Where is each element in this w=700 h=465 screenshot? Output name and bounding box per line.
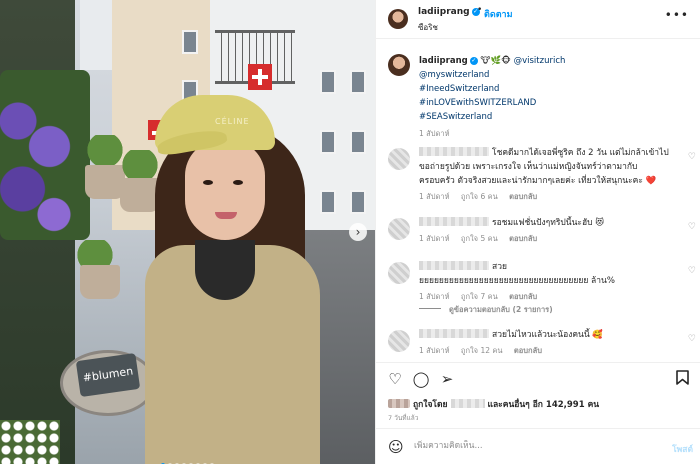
caption-body: ladiiprang ✓ 🐮🌿🐵 @visitzurich @myswitzerl… (419, 54, 689, 141)
comment-body: สวยไม่ไหวแล้วนะน้องคนนี้ 🥰 1 สัปดาห์ ถูก… (419, 328, 671, 358)
emoji-icon[interactable]: ☺ (388, 438, 404, 456)
comment-time[interactable]: 1 สัปดาห์ (419, 234, 450, 243)
commenter-username[interactable] (419, 147, 489, 156)
yellow-cap: CÉLINE (155, 95, 275, 157)
swiss-flag (248, 64, 272, 90)
comment-likes[interactable]: ถูกใจ 5 คน (461, 234, 498, 243)
action-bar: ♡ ◯ ➢ (376, 362, 700, 393)
add-comment-bar: ☺ โพสต์ (376, 428, 700, 465)
post-panel: ladiiprang ✓ • ติดตาม ซือริช ••• ladiipra… (375, 0, 700, 464)
comment-time[interactable]: 1 สัปดาห์ (419, 346, 450, 355)
comment-body: รอชมแฟชั่นปังๆทริปนี้นะฮับ 😻 1 สัปดาห์ ถ… (419, 216, 671, 246)
author-avatar[interactable] (388, 9, 408, 29)
comment-body: สวยยยยยยยยยยยยยยยยยยยยยยยยยยยยยยยยยยย ล้… (419, 260, 671, 304)
share-icon[interactable]: ➢ (438, 370, 456, 388)
follow-button[interactable]: ติดตาม (484, 7, 513, 21)
comment-meta: 1 สัปดาห์ ถูกใจ 12 คน ตอบกลับ (419, 344, 671, 358)
face (185, 140, 265, 240)
comment-like-heart-icon[interactable]: ♡ (688, 334, 696, 344)
hashtag-inlovewithswitzerland[interactable]: #inLOVEwithSWITZERLAND (419, 98, 536, 108)
post-header: ladiiprang ✓ • ติดตาม ซือริช ••• (376, 0, 700, 39)
more-options-icon[interactable]: ••• (665, 8, 689, 22)
comment-meta: 1 สัปดาห์ ถูกใจ 7 คน ตอบกลับ (419, 290, 671, 304)
commenter-avatar[interactable] (388, 148, 410, 170)
commenter-username[interactable] (419, 217, 489, 226)
woman: CÉLINE (140, 95, 325, 464)
comment-time[interactable]: 1 สัปดาห์ (419, 192, 450, 201)
hashtag-seaswitzerland[interactable]: #SEASwitzerland (419, 112, 492, 122)
commenter-username[interactable] (419, 261, 489, 270)
liker-avatars (388, 399, 410, 408)
post-photo[interactable]: #blumen CÉLINE › (0, 0, 375, 464)
comment-text: สวยไม่ไหวแล้วนะน้องคนนี้ 🥰 (492, 330, 603, 340)
commenter-avatar[interactable] (388, 218, 410, 240)
add-comment-input[interactable] (412, 440, 646, 452)
likes-summary[interactable]: ถูกใจโดย และคนอื่นๆ อีก 142,991 คน (388, 397, 599, 411)
reply-button[interactable]: ตอบกลับ (509, 292, 537, 301)
comment-like-heart-icon[interactable]: ♡ (688, 222, 696, 232)
comment-like-heart-icon[interactable]: ♡ (688, 266, 696, 276)
post-date[interactable]: 7 วันที่แล้ว (388, 413, 418, 423)
reply-button[interactable]: ตอบกลับ (509, 234, 537, 243)
comment-icon[interactable]: ◯ (412, 370, 430, 388)
next-image-button[interactable]: › (349, 223, 367, 241)
post-location[interactable]: ซือริช (418, 21, 438, 34)
commenter-avatar[interactable] (388, 262, 410, 284)
commenter-avatar[interactable] (388, 330, 410, 352)
heart-icon[interactable]: ♡ (386, 370, 404, 388)
comment-body: โชคดีมากได้เจอพี่ซูริค ถึง 2 วัน แต่ไม่ก… (419, 146, 671, 204)
author-username[interactable]: ladiiprang ✓ (418, 7, 480, 17)
post-comment-button[interactable]: โพสต์ (672, 442, 693, 456)
caption-time[interactable]: 1 สัปดาห์ (419, 127, 689, 141)
reply-button[interactable]: ตอบกลับ (509, 192, 537, 201)
caption-emojis: 🐮🌿🐵 (480, 56, 511, 66)
likes-suffix[interactable]: และคนอื่นๆ อีก 142,991 คน (488, 400, 600, 410)
hashtag-ineedswitzerland[interactable]: #IneedSwitzerland (419, 84, 499, 94)
comment-meta: 1 สัปดาห์ ถูกใจ 6 คน ตอบกลับ (419, 190, 671, 204)
comment-time[interactable]: 1 สัปดาห์ (419, 292, 450, 301)
author-username-text[interactable]: ladiiprang (418, 7, 470, 17)
comment-likes[interactable]: ถูกใจ 6 คน (461, 192, 498, 201)
liker-username[interactable] (450, 399, 485, 408)
verified-badge-icon: ✓ (469, 57, 478, 65)
reply-button[interactable]: ตอบกลับ (514, 346, 542, 355)
caption-username[interactable]: ladiiprang (419, 56, 468, 66)
bookmark-icon[interactable] (673, 370, 691, 388)
view-replies-button[interactable]: ดูข้อความตอบกลับ (2 รายการ) (419, 304, 553, 316)
comment-meta: 1 สัปดาห์ ถูกใจ 5 คน ตอบกลับ (419, 232, 671, 246)
mention-visitzurich[interactable]: @visitzurich (514, 56, 566, 66)
caption-avatar[interactable] (388, 54, 410, 76)
separator-dot: • (477, 5, 483, 15)
likes-prefix: ถูกใจโดย (413, 400, 448, 410)
commenter-username[interactable] (419, 329, 489, 338)
comment-likes[interactable]: ถูกใจ 12 คน (461, 346, 503, 355)
comment-like-heart-icon[interactable]: ♡ (688, 152, 696, 162)
mention-myswitzerland[interactable]: @myswitzerland (419, 70, 489, 80)
comment-text: รอชมแฟชั่นปังๆทริปนี้นะฮับ 😻 (492, 218, 605, 228)
black-top (195, 240, 255, 300)
instagram-post-modal: #blumen CÉLINE › ladiiprang ✓ • ติดตาม ซ… (0, 0, 700, 464)
comment-likes[interactable]: ถูกใจ 7 คน (461, 292, 498, 301)
carousel-dots (0, 452, 375, 464)
cap-text: CÉLINE (215, 117, 250, 126)
